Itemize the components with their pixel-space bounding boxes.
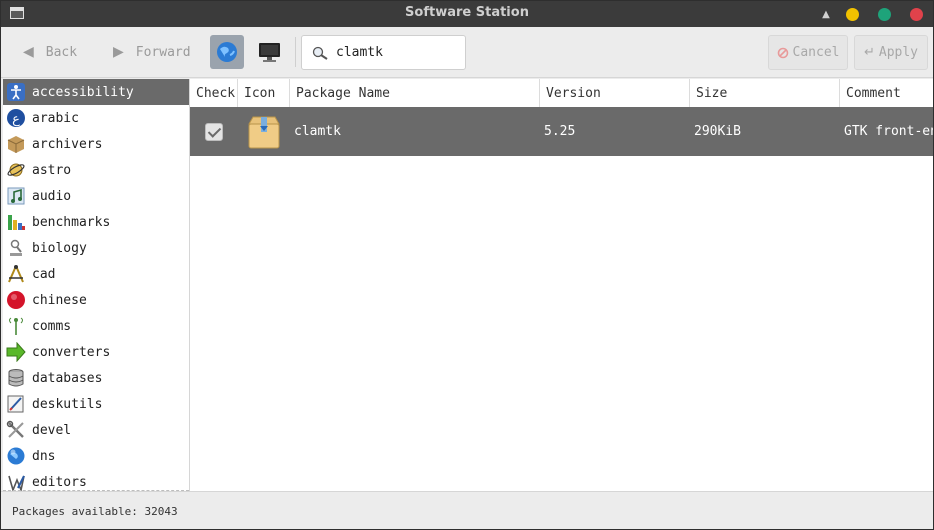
- column-header-icon[interactable]: Icon: [238, 79, 290, 107]
- microscope-icon: [6, 238, 26, 258]
- planet-icon: [6, 160, 26, 180]
- sidebar-item-comms[interactable]: comms: [3, 313, 189, 339]
- bar-chart-icon: [6, 212, 26, 232]
- music-icon: [6, 186, 26, 206]
- green-arrow-icon: [6, 342, 26, 362]
- antenna-icon: [6, 316, 26, 336]
- sidebar-item-label: astro: [32, 162, 72, 178]
- sidebar-item-accessibility[interactable]: accessibility: [3, 79, 189, 105]
- sidebar-item-label: deskutils: [32, 396, 103, 412]
- cancel-button[interactable]: Cancel: [768, 35, 848, 70]
- sidebar-item-editors[interactable]: editors: [3, 469, 189, 491]
- toolbar: ◀ Back ▶ Forward clamtk Cancel ↵ Apply: [1, 27, 933, 78]
- sidebar-item-label: arabic: [32, 110, 79, 126]
- back-label: Back: [45, 44, 78, 60]
- category-sidebar: accessibility ع arabic archivers astro a…: [3, 79, 190, 491]
- sidebar-item-arabic[interactable]: ع arabic: [3, 105, 189, 131]
- sidebar-item-devel[interactable]: devel: [3, 417, 189, 443]
- sidebar-item-label: chinese: [32, 292, 87, 308]
- sidebar-item-converters[interactable]: converters: [3, 339, 189, 365]
- icon-cell: [246, 107, 282, 156]
- size-cell: 290KiB: [694, 124, 741, 139]
- packages-available-text: Packages available: 32043: [12, 504, 178, 518]
- sidebar-item-databases[interactable]: databases: [3, 365, 189, 391]
- column-header-check[interactable]: Check: [190, 79, 238, 107]
- maximize-button[interactable]: [878, 8, 891, 21]
- available-packages-button[interactable]: [210, 35, 244, 69]
- globe-icon: [6, 446, 26, 466]
- version-cell: 5.25: [544, 124, 576, 139]
- svg-text:ع: ع: [12, 112, 20, 127]
- sidebar-item-label: cad: [32, 266, 56, 282]
- arabic-icon: ع: [6, 108, 26, 128]
- installed-packages-button[interactable]: [253, 35, 287, 69]
- sidebar-item-label: editors: [32, 474, 87, 490]
- sidebar-item-label: devel: [32, 422, 72, 438]
- sidebar-item-archivers[interactable]: archivers: [3, 131, 189, 157]
- sidebar-item-benchmarks[interactable]: benchmarks: [3, 209, 189, 235]
- sidebar-item-label: dns: [32, 448, 56, 464]
- title-bar: Software Station ▲: [1, 1, 933, 27]
- cancel-icon: [777, 47, 788, 58]
- column-header-size[interactable]: Size: [690, 79, 840, 107]
- sidebar-item-label: archivers: [32, 136, 103, 152]
- forward-button[interactable]: ▶ Forward: [113, 35, 195, 69]
- status-bar: Packages available: 32043: [1, 491, 933, 529]
- globe-icon: [217, 42, 237, 62]
- back-button[interactable]: ◀ Back: [23, 35, 93, 69]
- package-table: Check Icon Package Name Version Size Com…: [190, 79, 933, 491]
- toolbar-separator: [295, 37, 296, 67]
- archive-box-icon: [6, 134, 26, 154]
- package-name-cell: clamtk: [294, 124, 341, 139]
- apply-button[interactable]: ↵ Apply: [854, 35, 928, 70]
- editor-icon: [6, 472, 26, 491]
- forward-label: Forward: [135, 44, 191, 60]
- cancel-label: Cancel: [792, 45, 840, 60]
- table-row[interactable]: clamtk 5.25 290KiB GTK front-end: [190, 107, 933, 156]
- app-window: Software Station ▲ ◀ Back ▶ Forward clam…: [0, 0, 934, 530]
- sidebar-item-label: converters: [32, 344, 111, 360]
- minimize-button[interactable]: [846, 8, 859, 21]
- package-box-icon: [248, 116, 280, 148]
- sidebar-item-label: accessibility: [32, 84, 134, 100]
- column-header-comment[interactable]: Comment: [840, 79, 933, 107]
- comment-cell: GTK front-end: [844, 124, 933, 139]
- table-header: Check Icon Package Name Version Size Com…: [190, 79, 933, 108]
- sidebar-item-label: biology: [32, 240, 87, 256]
- sidebar-item-label: benchmarks: [32, 214, 111, 230]
- sidebar-item-audio[interactable]: audio: [3, 183, 189, 209]
- monitor-icon: [259, 43, 280, 62]
- close-button[interactable]: [910, 8, 923, 21]
- sidebar-item-biology[interactable]: biology: [3, 235, 189, 261]
- check-cell: [205, 107, 223, 156]
- sidebar-item-deskutils[interactable]: deskutils: [3, 391, 189, 417]
- accessibility-icon: [6, 82, 26, 102]
- install-checkbox[interactable]: [205, 122, 223, 141]
- column-header-package-name[interactable]: Package Name: [290, 79, 540, 107]
- red-circle-icon: [6, 290, 26, 310]
- back-arrow-icon: ◀: [23, 44, 34, 60]
- forward-arrow-icon: ▶: [113, 44, 124, 60]
- compass-icon: [6, 264, 26, 284]
- sidebar-item-chinese[interactable]: chinese: [3, 287, 189, 313]
- sidebar-item-dns[interactable]: dns: [3, 443, 189, 469]
- search-box[interactable]: [301, 35, 466, 70]
- sidebar-item-label: databases: [32, 370, 103, 386]
- sidebar-item-label: audio: [32, 188, 72, 204]
- sidebar-item-cad[interactable]: cad: [3, 261, 189, 287]
- column-header-version[interactable]: Version: [540, 79, 690, 107]
- apply-label: Apply: [878, 45, 919, 60]
- eject-icon[interactable]: ▲: [820, 9, 832, 21]
- search-input[interactable]: [336, 45, 456, 60]
- sidebar-item-label: comms: [32, 318, 72, 334]
- notepad-icon: [6, 394, 26, 414]
- apply-icon: ↵: [863, 45, 875, 60]
- tools-icon: [6, 420, 26, 440]
- database-icon: [6, 368, 26, 388]
- search-icon: [312, 46, 328, 60]
- sidebar-item-astro[interactable]: astro: [3, 157, 189, 183]
- window-title: Software Station: [405, 5, 529, 20]
